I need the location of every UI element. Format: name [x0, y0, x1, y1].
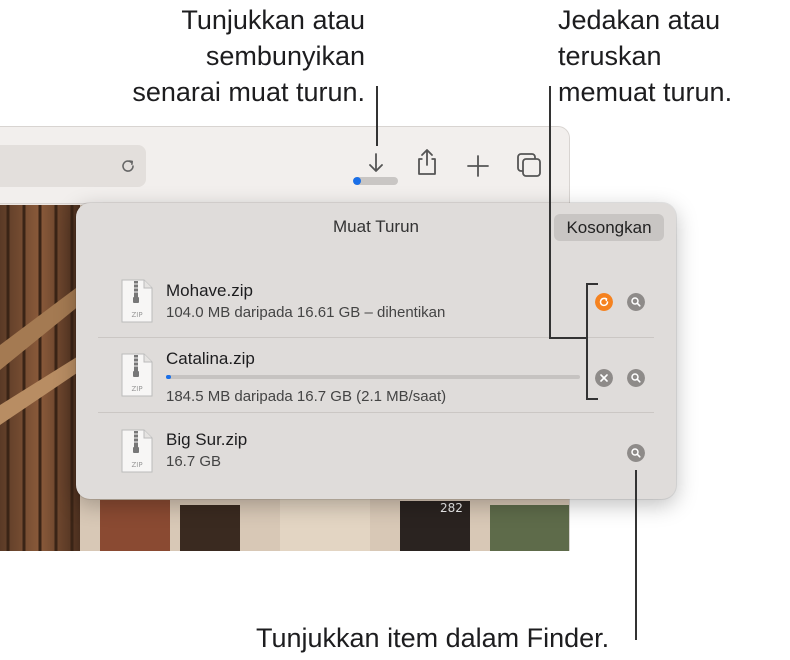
callout-line: sembunyikan	[205, 41, 365, 71]
download-filename: Mohave.zip	[166, 281, 253, 300]
show-in-finder-icon[interactable]	[627, 293, 645, 311]
zip-label: ZIP	[131, 461, 142, 469]
leader-line-finder	[635, 470, 637, 640]
show-in-finder-icon[interactable]	[627, 369, 645, 387]
callout-line: teruskan	[558, 41, 662, 71]
download-filename: Big Sur.zip	[166, 430, 248, 449]
download-progress-track	[166, 375, 580, 379]
browser-toolbar	[0, 127, 569, 204]
callout-line: Tunjukkan atau	[181, 5, 365, 35]
clear-downloads-button[interactable]: Kosongkan	[554, 214, 664, 241]
address-bar[interactable]	[0, 145, 146, 187]
svg-text:282: 282	[440, 501, 463, 515]
zip-file-icon: ZIP	[121, 353, 153, 397]
bracket-pause-bottom	[586, 398, 598, 400]
zip-file-icon: ZIP	[121, 429, 153, 473]
zip-label: ZIP	[131, 385, 142, 393]
download-progress-bar	[353, 177, 398, 185]
callout-pause-resume: Jedakan atau teruskan memuat turun.	[558, 2, 732, 110]
plus-icon[interactable]	[463, 151, 493, 181]
download-arrow-icon[interactable]	[361, 149, 391, 179]
zip-label: ZIP	[131, 311, 142, 319]
download-status: 104.0 MB daripada 16.61 GB – dihentikan	[166, 304, 446, 321]
resume-download-icon[interactable]	[595, 293, 613, 311]
callout-line: memuat turun.	[558, 77, 733, 107]
download-progress-fill	[166, 375, 171, 379]
tab-overview-icon[interactable]	[514, 150, 544, 180]
download-filename: Catalina.zip	[166, 349, 255, 368]
zip-file-icon: ZIP	[121, 279, 153, 323]
leader-line-download	[376, 86, 378, 146]
download-progress-fill	[353, 177, 362, 185]
callout-finder: Tunjukkan item dalam Finder.	[256, 623, 610, 653]
download-status: 16.7 GB	[166, 453, 222, 470]
leader-line-pause	[549, 86, 551, 338]
bracket-pause-top	[586, 283, 598, 285]
leader-line-pause-h	[549, 337, 587, 339]
share-icon[interactable]	[412, 147, 442, 177]
callout-line: Jedakan atau	[558, 5, 721, 35]
show-in-finder-icon[interactable]	[627, 444, 645, 462]
bracket-pause	[586, 283, 588, 399]
callout-show-hide: Tunjukkan atau sembunyikan senarai muat …	[132, 2, 365, 110]
row-divider	[98, 412, 654, 413]
reload-icon[interactable]	[118, 156, 138, 176]
callout-line: senarai muat turun.	[132, 77, 365, 107]
download-status: 184.5 MB daripada 16.7 GB (2.1 MB/saat)	[166, 388, 447, 405]
stop-download-icon[interactable]	[595, 369, 613, 387]
